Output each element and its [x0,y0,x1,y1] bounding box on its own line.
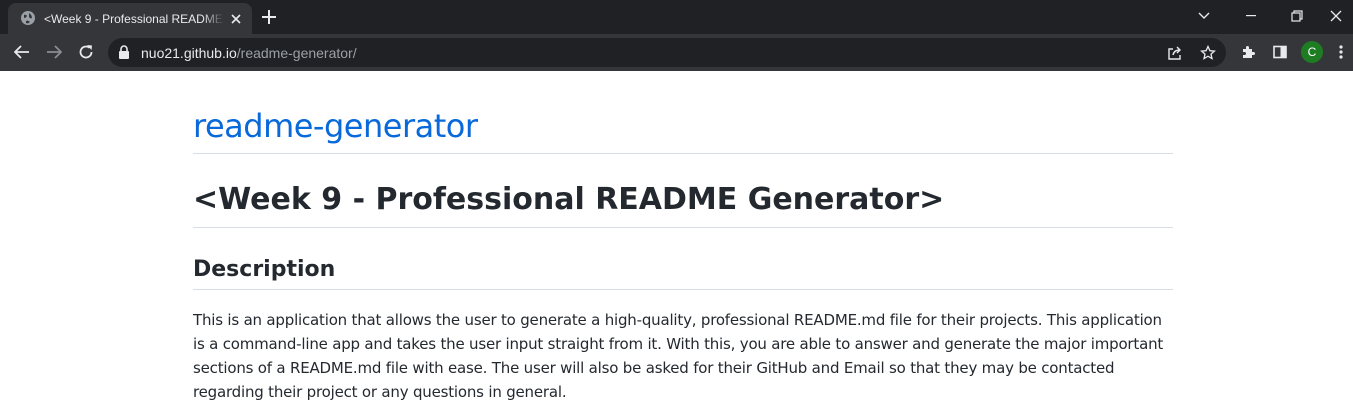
site-title-link[interactable]: readme-generator [193,107,478,145]
bookmark-star-icon[interactable] [1198,43,1218,63]
close-icon[interactable] [228,11,244,27]
new-tab-plus-icon[interactable] [259,7,279,27]
tab-strip: <Week 9 - Professional README Generator> [0,0,1353,34]
globe-icon [21,11,35,25]
section-heading-description: Description [193,257,336,282]
close-window-icon[interactable] [1318,0,1353,32]
url-text[interactable]: nuo21.github.io/readme-generator/ [141,45,357,61]
forward-arrow-icon[interactable] [40,38,68,66]
back-arrow-icon[interactable] [8,38,36,66]
reload-icon[interactable] [72,38,100,66]
side-panel-icon[interactable] [1266,38,1294,66]
restore-icon[interactable] [1274,0,1320,32]
more-menu-icon[interactable] [1331,38,1351,66]
extensions-puzzle-icon[interactable] [1234,38,1262,66]
tab-search-chevron-icon[interactable] [1181,0,1227,32]
share-icon[interactable] [1165,43,1185,63]
browser-tab[interactable]: <Week 9 - Professional README Generator> [8,3,252,34]
description-paragraph: This is an application that allows the u… [193,311,1164,401]
minimize-icon[interactable] [1228,0,1274,32]
url-path: /readme-generator/ [236,45,357,61]
tab-title: <Week 9 - Professional README Generator> [44,12,224,26]
profile-avatar[interactable]: C [1301,41,1323,63]
page-heading: <Week 9 - Professional README Generator> [193,182,945,217]
browser-toolbar: nuo21.github.io/readme-generator/ [0,34,1353,71]
url-host: nuo21.github.io [141,45,237,61]
address-bar[interactable]: nuo21.github.io/readme-generator/ [108,38,1226,67]
divider [193,227,1173,228]
divider [193,153,1173,154]
lock-icon[interactable] [117,45,131,59]
divider [193,289,1173,290]
